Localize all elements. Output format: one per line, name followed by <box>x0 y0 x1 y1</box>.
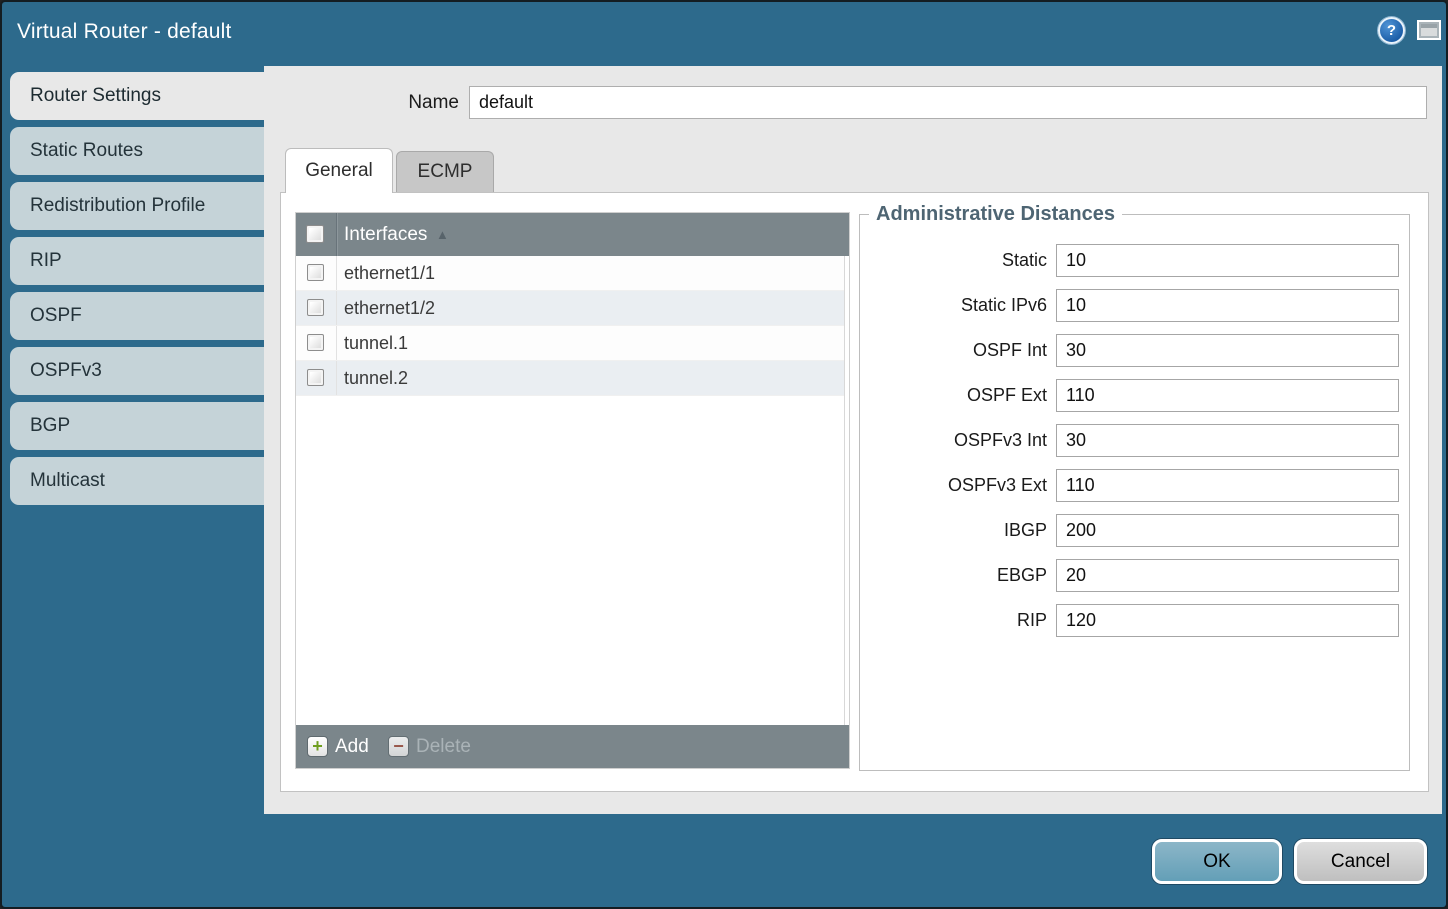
interface-name: tunnel.2 <box>344 361 408 396</box>
title-bar: Virtual Router - default ? <box>2 2 1446 66</box>
virtual-router-dialog: Virtual Router - default ? Router Settin… <box>0 0 1448 909</box>
administrative-distances-legend: Administrative Distances <box>869 203 1122 226</box>
sidebar-item-rip[interactable]: RIP <box>10 237 265 285</box>
field-row-ebgp: EBGP <box>860 559 1399 592</box>
delete-button-label: Delete <box>416 725 471 768</box>
interfaces-table-body: ethernet1/1ethernet1/2tunnel.1tunnel.2 <box>296 256 849 396</box>
static-ipv6-input[interactable] <box>1056 289 1399 322</box>
field-label: Static IPv6 <box>860 295 1056 316</box>
minus-icon: − <box>388 736 409 757</box>
field-row-static: Static <box>860 244 1399 277</box>
content-area: Name General ECMP Interfaces ▲ ethernet1… <box>264 66 1442 814</box>
field-label: RIP <box>860 610 1056 631</box>
name-label: Name <box>364 86 459 119</box>
interfaces-table: Interfaces ▲ ethernet1/1ethernet1/2tunne… <box>295 212 850 769</box>
column-divider <box>336 291 337 325</box>
sidebar-item-redistribution-profile[interactable]: Redistribution Profile <box>10 182 265 230</box>
sidebar: Router Settings Static Routes Redistributi… <box>10 72 266 512</box>
add-button[interactable]: + Add <box>307 725 369 768</box>
ebgp-input[interactable] <box>1056 559 1399 592</box>
ospf-int-input[interactable] <box>1056 334 1399 367</box>
table-row[interactable]: ethernet1/1 <box>296 256 849 291</box>
field-label: EBGP <box>860 565 1056 586</box>
administrative-distances-group: Administrative Distances Static Static IP… <box>859 203 1410 771</box>
sidebar-item-ospfv3[interactable]: OSPFv3 <box>10 347 265 395</box>
row-checkbox[interactable] <box>307 369 324 386</box>
window-icon[interactable] <box>1417 20 1441 40</box>
field-label: OSPFv3 Int <box>860 430 1056 451</box>
general-tab-panel: Interfaces ▲ ethernet1/1ethernet1/2tunne… <box>280 192 1429 792</box>
column-divider <box>336 326 337 360</box>
field-row-ibgp: IBGP <box>860 514 1399 547</box>
field-label: OSPFv3 Ext <box>860 475 1056 496</box>
field-label: OSPF Int <box>860 340 1056 361</box>
interface-name: ethernet1/1 <box>344 256 435 291</box>
ospfv3-int-input[interactable] <box>1056 424 1399 457</box>
field-row-static-ipv6: Static IPv6 <box>860 289 1399 322</box>
window-icon-inner <box>1421 24 1437 36</box>
table-row[interactable]: tunnel.2 <box>296 361 849 396</box>
sidebar-item-ospf[interactable]: OSPF <box>10 292 265 340</box>
table-row[interactable]: ethernet1/2 <box>296 291 849 326</box>
help-icon[interactable]: ? <box>1378 17 1405 44</box>
field-row-ospfv3-int: OSPFv3 Int <box>860 424 1399 457</box>
field-label: IBGP <box>860 520 1056 541</box>
interface-name: ethernet1/2 <box>344 291 435 326</box>
field-row-ospfv3-ext: OSPFv3 Ext <box>860 469 1399 502</box>
field-row-ospf-int: OSPF Int <box>860 334 1399 367</box>
sidebar-item-bgp[interactable]: BGP <box>10 402 265 450</box>
sort-ascending-icon[interactable]: ▲ <box>436 213 449 256</box>
field-row-ospf-ext: OSPF Ext <box>860 379 1399 412</box>
row-checkbox[interactable] <box>307 334 324 351</box>
row-checkbox[interactable] <box>307 299 324 316</box>
sidebar-item-static-routes[interactable]: Static Routes <box>10 127 265 175</box>
interfaces-column-header[interactable]: Interfaces <box>344 213 427 256</box>
interfaces-table-header: Interfaces ▲ <box>296 213 849 256</box>
select-all-checkbox[interactable] <box>306 225 324 243</box>
dialog-title: Virtual Router - default <box>17 20 232 44</box>
tab-ecmp[interactable]: ECMP <box>396 151 494 193</box>
interfaces-table-footer: + Add −Delete <box>296 725 849 768</box>
table-scrollbar[interactable] <box>844 256 849 725</box>
add-button-label: Add <box>335 725 369 768</box>
field-row-rip: RIP <box>860 604 1399 637</box>
tab-general[interactable]: General <box>285 148 393 193</box>
column-divider <box>336 213 337 256</box>
ospfv3-ext-input[interactable] <box>1056 469 1399 502</box>
name-input[interactable] <box>469 86 1427 119</box>
interface-name: tunnel.1 <box>344 326 408 361</box>
ok-button[interactable]: OK <box>1152 839 1282 884</box>
plus-icon: + <box>307 736 328 757</box>
column-divider <box>336 361 337 395</box>
rip-input[interactable] <box>1056 604 1399 637</box>
column-divider <box>336 256 337 290</box>
field-label: OSPF Ext <box>860 385 1056 406</box>
sidebar-item-multicast[interactable]: Multicast <box>10 457 265 505</box>
ibgp-input[interactable] <box>1056 514 1399 547</box>
table-row[interactable]: tunnel.1 <box>296 326 849 361</box>
admin-distance-fields: Static Static IPv6 OSPF Int OSPF Ext OSPFv3 … <box>860 244 1399 637</box>
static-input[interactable] <box>1056 244 1399 277</box>
sidebar-item-router-settings[interactable]: Router Settings <box>10 72 266 120</box>
row-checkbox[interactable] <box>307 264 324 281</box>
delete-button[interactable]: −Delete <box>388 725 471 768</box>
cancel-button[interactable]: Cancel <box>1294 839 1427 884</box>
field-label: Static <box>860 250 1056 271</box>
ospf-ext-input[interactable] <box>1056 379 1399 412</box>
